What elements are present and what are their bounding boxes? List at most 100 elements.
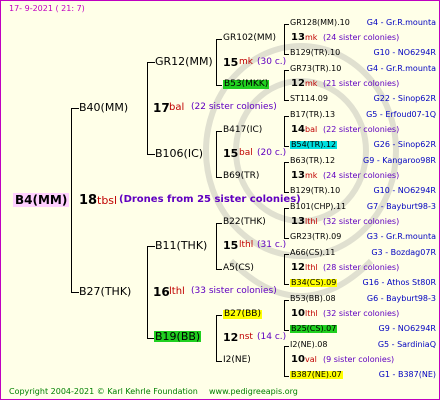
gen4-count: 13 xyxy=(291,170,305,181)
gen4-queen: B53(BB).08 xyxy=(290,294,336,303)
gen3-queen: A5(CS) xyxy=(223,263,254,273)
gen2-note: (31 c.) xyxy=(257,240,287,250)
connector-line xyxy=(216,39,217,86)
gen4-note: (9 sister colonies) xyxy=(323,355,395,364)
pedigree-chart: 17- 9-2021 ( 21: 7) B4(MM) 18 tbsl (Dron… xyxy=(0,0,440,400)
connector-line xyxy=(216,131,222,132)
gen4-queen: B54(TR).12 xyxy=(290,140,338,149)
connector-line xyxy=(216,131,217,178)
connector-line xyxy=(216,223,222,224)
connector-line xyxy=(284,346,285,376)
root-note: (Drones from 25 sister colonies) xyxy=(119,194,301,205)
connector-line xyxy=(284,24,285,54)
gen2-queen: B106(IC) xyxy=(155,147,204,160)
gen4-count: 14 xyxy=(291,124,305,135)
gen4-note: (22 sister colonies) xyxy=(323,125,400,134)
gen1-code: lthl xyxy=(169,286,185,297)
connector-line xyxy=(71,292,79,293)
gen4-code: mk xyxy=(305,79,318,88)
gen4-note: (21 sister colonies) xyxy=(323,79,400,88)
gen1-queen: B27(THK) xyxy=(79,285,132,298)
gen2-queen: B11(THK) xyxy=(155,239,208,252)
gen4-queen: B25(CS).07 xyxy=(290,324,338,333)
gen4-origin: G10 - NO6294R xyxy=(373,186,436,195)
connector-line xyxy=(284,208,285,238)
connector-line xyxy=(216,177,222,178)
gen2-count: 15 xyxy=(223,147,239,160)
root-note-text: Drones from 25 sister colonies xyxy=(123,194,297,205)
gen4-queen: B63(TR).12 xyxy=(290,156,336,165)
gen2-code: nst xyxy=(239,332,253,342)
gen4-note: (32 sister colonies) xyxy=(323,217,400,226)
gen3-queen: GR102(MM) xyxy=(223,33,276,43)
gen4-origin: G9 - Kangaroo98R xyxy=(363,156,436,165)
connector-line xyxy=(147,62,148,154)
gen4-origin: G4 - Gr.R.mounta xyxy=(366,64,436,73)
gen3-queen: B69(TR) xyxy=(223,171,260,181)
gen4-origin: G7 - Bayburt98-3 xyxy=(366,202,436,211)
gen2-code: bal xyxy=(239,148,253,158)
gen3-queen: B27(BB) xyxy=(223,309,262,319)
gen4-count: 13 xyxy=(291,32,305,43)
connector-line xyxy=(284,300,285,330)
gen4-count: 10 xyxy=(291,308,305,319)
gen4-count: 12 xyxy=(291,262,305,273)
connector-line xyxy=(216,269,222,270)
gen4-code: lthl xyxy=(305,309,318,318)
gen2-queen: GR12(MM) xyxy=(155,55,213,68)
gen3-queen: B22(THK) xyxy=(223,217,266,227)
gen4-origin: G10 - NO6294R xyxy=(373,48,436,57)
gen4-code: lthl xyxy=(305,263,318,272)
gen4-count: 13 xyxy=(291,216,305,227)
gen4-origin: G22 - Sinop62R xyxy=(373,94,436,103)
gen4-code: bal xyxy=(305,125,318,134)
gen4-origin: G5 - SardiniaQ xyxy=(377,340,436,349)
gen4-queen: GR128(MM).10 xyxy=(290,18,350,27)
connector-line xyxy=(147,154,155,155)
gen4-note: (24 sister colonies) xyxy=(323,171,400,180)
gen2-note: (20 c.) xyxy=(257,148,287,158)
gen1-note: (22 sister colonies) xyxy=(191,102,277,112)
gen4-origin: G6 - Bayburt98-3 xyxy=(366,294,436,303)
gen4-queen: B17(TR).13 xyxy=(290,110,336,119)
gen4-code: val xyxy=(305,355,317,364)
gen3-queen: B417(IC) xyxy=(223,125,263,135)
root-queen: B4(MM) xyxy=(13,193,70,207)
gen4-origin: G26 - Sinop62R xyxy=(373,140,436,149)
connector-line xyxy=(284,162,285,192)
gen4-queen: B34(CS).09 xyxy=(290,278,338,287)
footer-copyright: Copyright 2004-2021 © Karl Kehrle Founda… xyxy=(9,387,198,396)
connector-line xyxy=(216,315,222,316)
header-date: 17- 9-2021 ( 21: 7) xyxy=(9,4,85,13)
root-count: 18 xyxy=(79,193,98,208)
gen4-origin: G3 - Bozdag07R xyxy=(371,248,436,257)
gen1-code: bal xyxy=(169,102,185,113)
connector-line xyxy=(147,246,155,247)
connector-line xyxy=(147,246,148,338)
connector-line xyxy=(216,85,222,86)
connector-line xyxy=(284,254,285,284)
connector-line xyxy=(216,39,222,40)
gen4-origin: G4 - Gr.R.mounta xyxy=(366,18,436,27)
gen1-queen: B40(MM) xyxy=(79,101,129,114)
gen4-queen: B101(CHP).11 xyxy=(290,202,347,211)
connector-line xyxy=(71,108,72,293)
connector-line xyxy=(216,361,222,362)
gen2-count: 12 xyxy=(223,331,239,344)
gen2-count: 15 xyxy=(223,239,239,252)
gen4-code: lthl xyxy=(305,217,318,226)
gen3-queen: B53(MKK) xyxy=(223,79,270,89)
gen4-code: mk xyxy=(305,171,318,180)
gen4-origin: G16 - Athos St80R xyxy=(362,278,436,287)
gen3-queen: I2(NE) xyxy=(223,355,251,365)
root-code: tbsl xyxy=(97,194,118,207)
gen1-note: (33 sister colonies) xyxy=(191,286,277,296)
connector-line xyxy=(216,315,217,362)
gen4-origin: G5 - Erfoud07-1Q xyxy=(366,110,436,119)
gen4-count: 12 xyxy=(291,78,305,89)
gen4-note: (32 sister colonies) xyxy=(323,309,400,318)
connector-line xyxy=(216,223,217,270)
gen4-origin: G1 - B387(NE) xyxy=(378,370,436,379)
gen3-count: 15 xyxy=(223,56,239,69)
gen1-count: 17 xyxy=(153,101,170,115)
